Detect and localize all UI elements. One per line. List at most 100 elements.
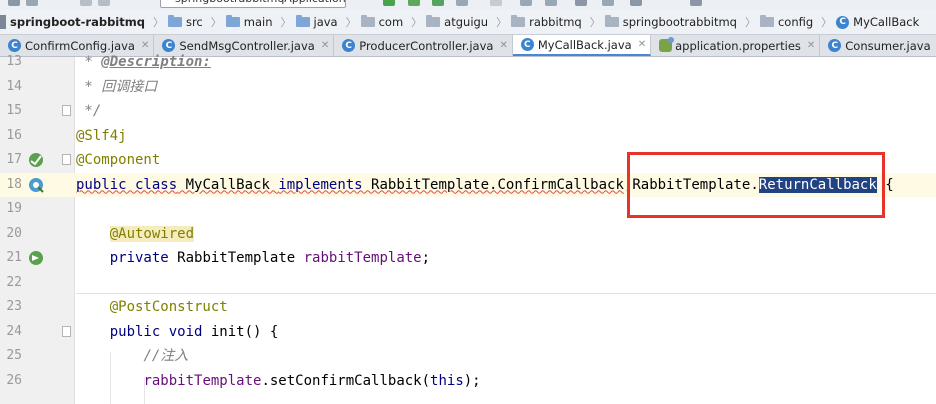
breadcrumb-project-label: springboot-rabbitmq xyxy=(10,15,145,29)
code-text: //注入 xyxy=(143,348,189,364)
breadcrumb-item-src[interactable]: 〉 src xyxy=(145,14,203,30)
line-number: 23 xyxy=(6,299,22,314)
chevron-right-icon: 〉 xyxy=(744,16,756,29)
build-icon[interactable] xyxy=(520,0,532,6)
breadcrumb: springboot-rabbitmq 〉 src 〉 main 〉 java … xyxy=(0,10,936,35)
code-line[interactable]: 13 * @Description: xyxy=(0,50,936,75)
code-line[interactable]: 15 */ xyxy=(0,99,936,124)
folder-icon xyxy=(225,15,240,27)
code-line[interactable]: 26 rabbitTemplate.setConfirmCallback(thi… xyxy=(0,369,936,394)
run-configuration-select[interactable]: springbootrabbitmqApplication xyxy=(160,0,346,8)
chevron-right-icon: 〉 xyxy=(821,16,833,29)
package-icon xyxy=(426,15,441,27)
stop-icon[interactable] xyxy=(490,0,502,6)
back-icon[interactable] xyxy=(80,0,92,6)
line-number: 15 xyxy=(6,103,22,118)
coverage-icon[interactable] xyxy=(432,0,444,6)
breadcrumb-label: java xyxy=(313,15,338,29)
package-icon xyxy=(511,15,526,27)
debug-icon[interactable] xyxy=(408,0,420,6)
line-number: 22 xyxy=(6,274,22,290)
autowired-gutter-icon[interactable] xyxy=(27,250,45,266)
chevron-right-icon: 〉 xyxy=(496,16,508,29)
line-number: 14 xyxy=(6,78,22,94)
code-text: */ xyxy=(76,103,102,119)
chevron-right-icon: 〉 xyxy=(152,16,164,29)
code-line[interactable]: 23 @PostConstruct xyxy=(0,295,936,320)
source-folder-icon xyxy=(295,15,310,27)
code-text: private RabbitTemplate rabbitTemplate; xyxy=(109,250,431,266)
fold-marker-icon[interactable] xyxy=(62,154,71,165)
run-icon[interactable] xyxy=(383,0,395,6)
code-text: public void init() { xyxy=(109,323,279,340)
wrench-icon[interactable] xyxy=(575,0,587,6)
code-text: @Slf4j xyxy=(76,127,127,144)
line-number: 24 xyxy=(6,323,22,339)
code-text: @Autowired xyxy=(109,225,195,242)
line-number: 25 xyxy=(6,348,22,363)
chevron-right-icon: 〉 xyxy=(589,16,601,29)
breadcrumb-project[interactable]: springboot-rabbitmq xyxy=(0,15,145,29)
line-number: 18 xyxy=(6,176,22,192)
search-icon[interactable] xyxy=(630,0,642,6)
code-line[interactable]: 20 @Autowired xyxy=(0,222,936,247)
chevron-right-icon: 〉 xyxy=(345,16,357,29)
chevron-right-icon: 〉 xyxy=(280,16,292,29)
package-icon xyxy=(360,15,375,27)
chevron-right-icon: 〉 xyxy=(210,16,222,29)
fold-marker-icon[interactable] xyxy=(62,105,71,116)
breadcrumb-label: config xyxy=(777,15,814,29)
package-icon xyxy=(604,15,619,27)
line-number: 20 xyxy=(6,225,22,241)
code-editor[interactable]: 13 * @Description: 14 * 回调接口 15 */ 16 @S… xyxy=(0,54,936,404)
class-icon: C xyxy=(836,15,850,29)
save-icon[interactable] xyxy=(8,0,20,6)
breadcrumb-item-current[interactable]: 〉 C MyCallBack xyxy=(813,14,919,30)
structure-icon[interactable] xyxy=(545,0,557,6)
sync-icon[interactable] xyxy=(26,0,38,6)
breadcrumb-label: MyCallBack xyxy=(853,15,920,29)
breadcrumb-label: main xyxy=(243,15,273,29)
breadcrumb-label: src xyxy=(185,15,203,29)
line-number: 19 xyxy=(6,201,22,216)
annotation-highlight-box xyxy=(627,152,885,218)
close-icon[interactable]: ✕ xyxy=(638,39,646,50)
code-text: rabbitTemplate.setConfirmCallback(this); xyxy=(143,372,481,389)
main-toolbar: springbootrabbitmqApplication xyxy=(0,0,936,10)
line-number: 16 xyxy=(6,127,22,143)
code-line[interactable]: 24 public void init() { xyxy=(0,320,936,345)
code-line[interactable]: 22 xyxy=(0,271,936,296)
code-text: * 回调接口 xyxy=(76,78,158,95)
breadcrumb-item-java[interactable]: 〉 java xyxy=(273,14,338,30)
project-icon xyxy=(0,15,6,29)
line-number: 13 xyxy=(6,54,22,69)
package-icon xyxy=(759,15,774,27)
code-text: * @Description: xyxy=(76,54,211,70)
chevron-right-icon: 〉 xyxy=(411,16,423,29)
breadcrumb-item-springbootrabbitmq[interactable]: 〉 springbootrabbitmq xyxy=(582,14,737,30)
breadcrumb-item-atguigu[interactable]: 〉 atguigu xyxy=(403,14,488,30)
line-number: 21 xyxy=(6,250,22,265)
breadcrumb-label: atguigu xyxy=(444,15,489,29)
spring-bean-gutter-icon[interactable] xyxy=(27,152,45,168)
line-number: 17 xyxy=(6,152,22,167)
breadcrumb-label: rabbitmq xyxy=(529,15,582,29)
fold-marker-icon[interactable] xyxy=(62,325,71,337)
breadcrumb-item-com[interactable]: 〉 com xyxy=(338,14,403,30)
code-line[interactable]: 25 //注入 xyxy=(0,344,936,369)
forward-icon[interactable] xyxy=(98,0,110,6)
line-number: 26 xyxy=(6,372,22,388)
code-text: @PostConstruct xyxy=(109,299,228,315)
code-line[interactable]: 16 @Slf4j xyxy=(0,124,936,149)
profile-icon[interactable] xyxy=(456,0,468,6)
breadcrumb-item-rabbitmq[interactable]: 〉 rabbitmq xyxy=(488,14,582,30)
code-line[interactable]: 14 * 回调接口 xyxy=(0,75,936,100)
implementation-gutter-icon[interactable] xyxy=(27,177,45,193)
breadcrumb-item-main[interactable]: 〉 main xyxy=(203,14,273,30)
breadcrumb-item-config[interactable]: 〉 config xyxy=(737,14,813,30)
folder-icon xyxy=(167,15,182,27)
project-structure-icon[interactable] xyxy=(602,0,614,6)
code-line[interactable]: 21 private RabbitTemplate rabbitTemplate… xyxy=(0,246,936,271)
code-text: @Component xyxy=(76,152,161,168)
terminal-icon[interactable] xyxy=(690,0,702,6)
